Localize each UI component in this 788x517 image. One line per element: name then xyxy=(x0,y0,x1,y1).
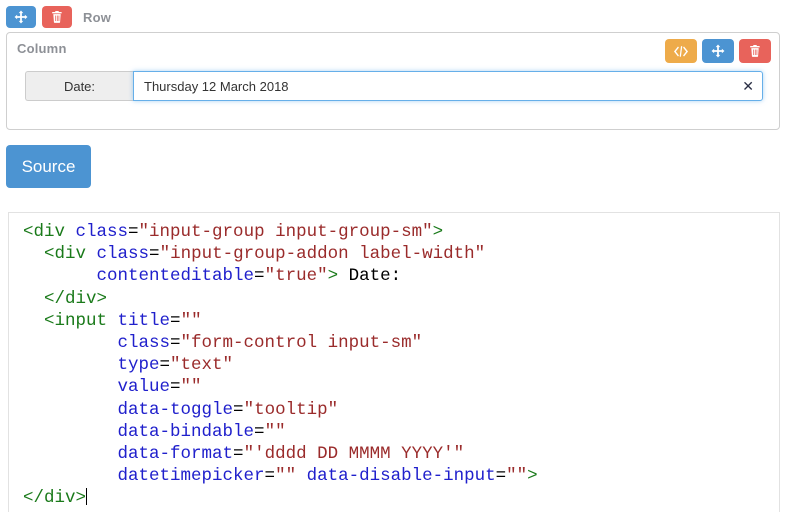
code-line: type="text" xyxy=(23,354,779,376)
code-token-attr: value xyxy=(117,377,171,398)
code-token-tag: > xyxy=(432,222,444,242)
column-source-code-button[interactable] xyxy=(665,39,697,63)
code-token-punct: = xyxy=(128,222,139,242)
code-token-val: "" xyxy=(180,310,202,331)
code-token-punct: = xyxy=(495,466,507,487)
code-token-attr: data-format xyxy=(117,444,234,465)
code-token-tag: <div xyxy=(23,222,76,242)
code-token-attr: contenteditable xyxy=(96,266,255,287)
code-token-tag: <div xyxy=(44,244,97,265)
column-move-button[interactable] xyxy=(702,39,734,63)
code-token-attr: data-bindable xyxy=(117,421,255,442)
code-token-val: "" xyxy=(275,466,297,487)
column-panel: Column Date: Thursday 12 March 2018 ✕ xyxy=(6,32,780,130)
code-token-attr: data-disable-input xyxy=(306,466,496,487)
code-token-val: "true" xyxy=(264,266,328,287)
code-token-punct xyxy=(23,400,118,420)
move-arrows-icon xyxy=(711,44,725,58)
code-token-val: "form-control input-sm" xyxy=(180,333,423,354)
source-code-panel[interactable]: <div class="input-group input-group-sm">… xyxy=(8,212,780,512)
date-input-wrapper: ✕ xyxy=(133,71,763,101)
code-token-val: "input-group input-group-sm" xyxy=(138,222,433,242)
code-token-tag: <input xyxy=(44,310,118,331)
code-token-punct: = xyxy=(170,377,181,398)
date-label-addon[interactable]: Date: xyxy=(25,71,133,101)
code-token-punct xyxy=(23,311,44,331)
code-token-punct xyxy=(23,466,118,486)
code-token-attr: title xyxy=(117,310,171,331)
code-token-punct: = xyxy=(159,355,171,376)
code-token-punct xyxy=(296,466,307,486)
code-token-tag: </div> xyxy=(44,288,108,309)
row-move-button[interactable] xyxy=(6,6,36,28)
move-arrows-icon xyxy=(14,10,28,24)
clear-date-icon[interactable]: ✕ xyxy=(742,79,754,93)
code-token-val: "" xyxy=(264,421,286,442)
code-token-punct xyxy=(23,244,44,264)
code-token-punct: = xyxy=(149,244,160,265)
code-line: datetimepicker="" data-disable-input=""> xyxy=(23,465,779,487)
code-line: class="form-control input-sm" xyxy=(23,332,779,354)
code-token-val: "text" xyxy=(170,355,234,376)
trash-icon xyxy=(51,10,63,24)
code-line: <div class="input-group-addon label-widt… xyxy=(23,243,779,265)
source-code-text[interactable]: <div class="input-group input-group-sm">… xyxy=(23,221,779,510)
code-token-punct: = xyxy=(254,421,265,442)
code-line: <input title="" xyxy=(23,310,779,332)
date-input[interactable] xyxy=(134,72,762,100)
row-label: Row xyxy=(83,9,112,25)
code-token-punct xyxy=(23,266,97,286)
code-line: value="" xyxy=(23,376,779,398)
code-token-text: Date: xyxy=(338,266,402,287)
code-token-punct: = xyxy=(233,399,244,420)
code-token-tag: > xyxy=(527,466,538,487)
trash-icon xyxy=(749,44,761,58)
row-delete-button[interactable] xyxy=(42,6,72,28)
code-line: data-bindable="" xyxy=(23,421,779,443)
code-token-attr: data-toggle xyxy=(117,399,234,420)
code-token-punct xyxy=(23,289,44,309)
code-token-punct: = xyxy=(254,266,265,287)
column-label: Column xyxy=(17,41,67,56)
code-token-punct xyxy=(23,355,118,375)
code-token-attr: type xyxy=(117,355,160,376)
code-token-punct xyxy=(23,333,118,353)
code-line: </div> xyxy=(23,487,779,509)
code-token-attr: class xyxy=(96,244,150,265)
column-delete-button[interactable] xyxy=(739,39,771,63)
code-line: contenteditable="true"> Date: xyxy=(23,265,779,287)
code-token-punct xyxy=(23,444,118,464)
column-actions xyxy=(665,39,771,63)
code-token-punct: = xyxy=(170,310,181,331)
row-toolbar: Row xyxy=(6,5,111,29)
code-token-val: "" xyxy=(180,377,202,398)
code-token-tag: > xyxy=(327,266,339,287)
code-token-attr: datetimepicker xyxy=(117,466,265,487)
code-token-punct xyxy=(23,422,118,442)
code-token-punct xyxy=(23,377,118,397)
text-cursor xyxy=(86,488,88,506)
source-button[interactable]: Source xyxy=(6,145,91,188)
code-brackets-icon xyxy=(673,45,689,58)
page-root: Row Column Date: Thursday 12 March 2018 … xyxy=(0,0,788,517)
code-token-val: "'dddd DD MMMM YYYY'" xyxy=(243,444,465,465)
code-line: data-toggle="tooltip" xyxy=(23,399,779,421)
date-input-group: Date: ✕ xyxy=(25,71,763,101)
code-token-punct: = xyxy=(170,333,181,354)
code-line: <div class="input-group input-group-sm"> xyxy=(23,221,779,243)
code-token-attr: class xyxy=(117,333,171,354)
code-token-tag: </div> xyxy=(23,488,87,509)
code-line: data-format="'dddd DD MMMM YYYY'" xyxy=(23,443,779,465)
code-token-val: "input-group-addon label-width" xyxy=(159,244,486,265)
code-token-punct: = xyxy=(233,444,244,465)
code-token-punct: = xyxy=(264,466,276,487)
code-token-attr: class xyxy=(75,222,129,242)
column-header: Column xyxy=(7,33,779,67)
code-token-val: "tooltip" xyxy=(243,399,339,420)
code-line: </div> xyxy=(23,288,779,310)
code-token-val: "" xyxy=(506,466,528,487)
